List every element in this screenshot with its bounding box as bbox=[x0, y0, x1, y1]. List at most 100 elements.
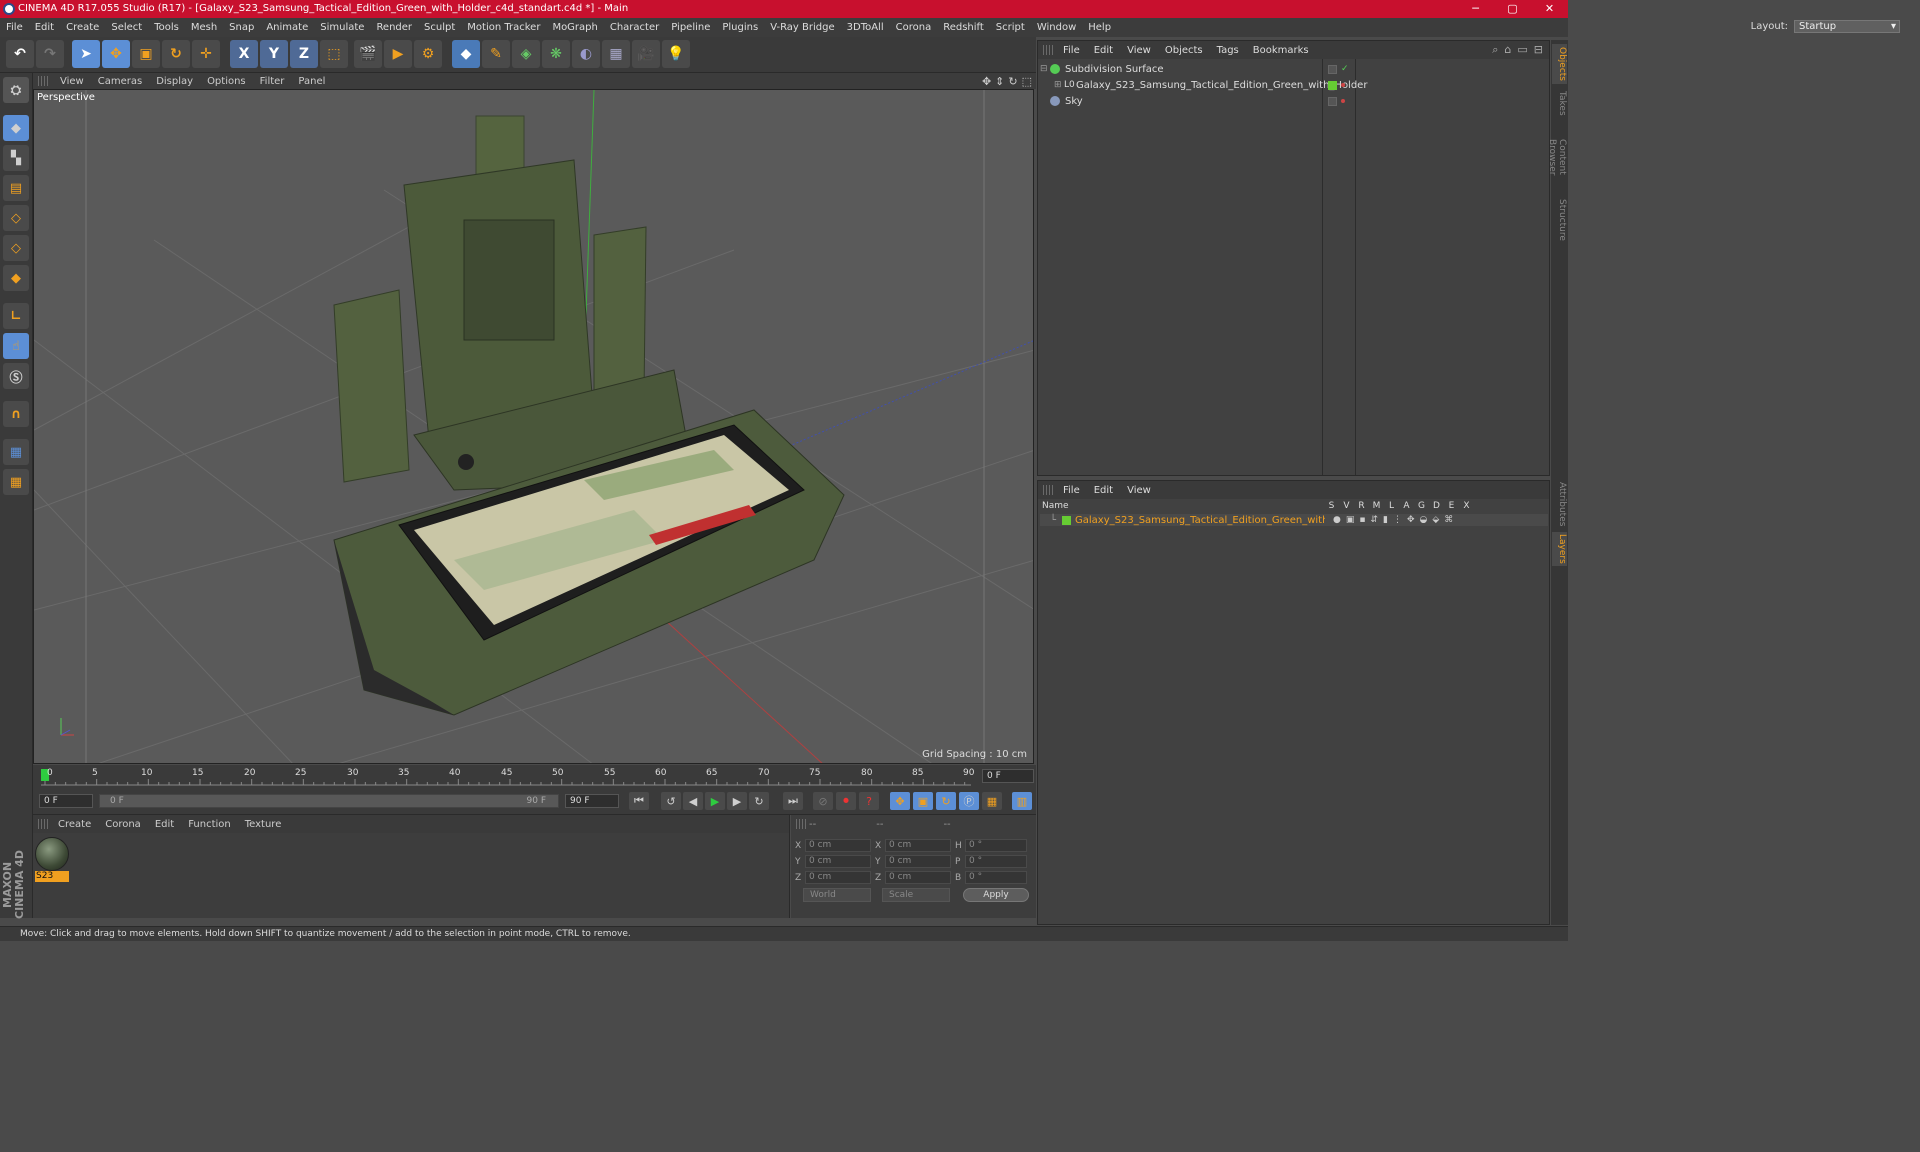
frame-ruler[interactable]: 0 5 10 15 20 25 30 35 40 45 50 55 60 65 … bbox=[41, 768, 974, 786]
size-mode-dropdown[interactable]: Scale bbox=[882, 888, 950, 902]
position-z-field[interactable]: 0 cm bbox=[805, 871, 871, 884]
visibility-dot-icon[interactable] bbox=[1341, 83, 1345, 87]
record-active-icon[interactable]: ⏺ bbox=[836, 792, 856, 810]
move-tool-icon[interactable]: ✥ bbox=[102, 40, 130, 68]
viewport-pan-icon[interactable]: ✥ bbox=[982, 75, 991, 88]
viewport-menu-view[interactable]: View bbox=[53, 76, 91, 87]
next-key-icon[interactable]: ↻ bbox=[749, 792, 769, 810]
polygons-mode-icon[interactable]: ◆ bbox=[3, 265, 29, 291]
layer-color-icon[interactable] bbox=[1328, 80, 1337, 90]
undo-icon[interactable]: ↶ bbox=[6, 40, 34, 68]
key-rotation-icon[interactable]: ↻ bbox=[936, 792, 956, 810]
close-button[interactable]: ✕ bbox=[1531, 0, 1568, 18]
axis-mode-icon[interactable]: ∟ bbox=[3, 303, 29, 329]
material-swatch[interactable]: S23 bbox=[35, 837, 69, 883]
tab-content-browser[interactable]: Content Browser bbox=[1547, 122, 1567, 192]
viewport-menu-display[interactable]: Display bbox=[149, 76, 200, 87]
layers-menu-edit[interactable]: Edit bbox=[1087, 485, 1120, 496]
panel-grip-icon[interactable] bbox=[38, 76, 48, 86]
cube-primitive-icon[interactable]: ◆ bbox=[452, 40, 480, 68]
maximize-button[interactable]: ▢ bbox=[1494, 0, 1531, 18]
layers-menu-file[interactable]: File bbox=[1056, 485, 1087, 496]
coordinate-system-icon[interactable]: ⬚ bbox=[320, 40, 348, 68]
camera-icon[interactable]: 🎥 bbox=[632, 40, 660, 68]
menu-animate[interactable]: Animate bbox=[260, 22, 314, 33]
material-menu-corona[interactable]: Corona bbox=[98, 819, 148, 830]
viewport-menu-cameras[interactable]: Cameras bbox=[91, 76, 149, 87]
record-keys-disabled-icon[interactable]: ⊘ bbox=[813, 792, 833, 810]
go-to-start-icon[interactable]: ⏮ bbox=[629, 792, 649, 810]
position-y-field[interactable]: 0 cm bbox=[805, 855, 871, 868]
subdivision-generator-icon[interactable]: ◈ bbox=[512, 40, 540, 68]
home-icon[interactable]: ⌂ bbox=[1504, 43, 1511, 57]
size-y-field[interactable]: 0 cm bbox=[885, 855, 951, 868]
menu-window[interactable]: Window bbox=[1031, 22, 1082, 33]
render-view-icon[interactable]: 🎬 bbox=[354, 40, 382, 68]
menu-corona[interactable]: Corona bbox=[890, 22, 938, 33]
select-tool-icon[interactable]: ➤ bbox=[72, 40, 100, 68]
start-frame-field[interactable]: 0 F bbox=[39, 794, 93, 808]
object-row[interactable]: ⊞ L0 Galaxy_S23_Samsung_Tactical_Edition… bbox=[1040, 77, 1546, 93]
objects-menu-objects[interactable]: Objects bbox=[1158, 45, 1210, 56]
menu-mesh[interactable]: Mesh bbox=[185, 22, 223, 33]
layer-swatch-icon[interactable] bbox=[1328, 64, 1337, 74]
menu-simulate[interactable]: Simulate bbox=[314, 22, 370, 33]
coordinate-space-dropdown[interactable]: World bbox=[803, 888, 871, 902]
end-frame-field[interactable]: 90 F bbox=[565, 794, 619, 808]
play-icon[interactable]: ▶ bbox=[705, 792, 725, 810]
tab-structure[interactable]: Structure bbox=[1552, 198, 1567, 242]
timeline-ruler[interactable]: 0 5 10 15 20 25 30 35 40 45 50 55 60 65 … bbox=[33, 765, 1036, 787]
menu-3dtoall[interactable]: 3DToAll bbox=[841, 22, 890, 33]
viewport-menu-filter[interactable]: Filter bbox=[253, 76, 292, 87]
menu-pipeline[interactable]: Pipeline bbox=[665, 22, 716, 33]
grid-snap-icon[interactable]: ▦ bbox=[3, 469, 29, 495]
menu-motion-tracker[interactable]: Motion Tracker bbox=[461, 22, 546, 33]
render-picture-viewer-icon[interactable]: ▶ bbox=[384, 40, 412, 68]
floor-scene-icon[interactable]: ▦ bbox=[602, 40, 630, 68]
menu-sculpt[interactable]: Sculpt bbox=[418, 22, 461, 33]
texture-mode-icon[interactable]: ▚ bbox=[3, 145, 29, 171]
key-pla-icon[interactable]: ▦ bbox=[982, 792, 1002, 810]
layers-menu-view[interactable]: View bbox=[1120, 485, 1158, 496]
tab-objects[interactable]: Objects bbox=[1552, 44, 1567, 84]
objects-menu-edit[interactable]: Edit bbox=[1087, 45, 1120, 56]
workplane-lock-icon[interactable]: ▦ bbox=[3, 439, 29, 465]
layout-dropdown[interactable]: Startup bbox=[1794, 20, 1900, 33]
menu-edit[interactable]: Edit bbox=[29, 22, 60, 33]
objects-menu-view[interactable]: View bbox=[1120, 45, 1158, 56]
deformer-icon[interactable]: ◐ bbox=[572, 40, 600, 68]
menu-snap[interactable]: Snap bbox=[223, 22, 260, 33]
next-frame-icon[interactable]: ▶ bbox=[727, 792, 747, 810]
scale-tool-icon[interactable]: ▣ bbox=[132, 40, 160, 68]
viewport-menu-panel[interactable]: Panel bbox=[291, 76, 332, 87]
viewport-maximize-icon[interactable]: ⬚ bbox=[1022, 75, 1032, 88]
viewport-orbit-icon[interactable]: ↻ bbox=[1008, 75, 1017, 88]
mograph-cloner-icon[interactable]: ❋ bbox=[542, 40, 570, 68]
tab-takes[interactable]: Takes bbox=[1552, 88, 1567, 118]
menu-vray-bridge[interactable]: V-Ray Bridge bbox=[764, 22, 840, 33]
menu-redshift[interactable]: Redshift bbox=[937, 22, 990, 33]
panel-grip-icon[interactable] bbox=[1043, 485, 1053, 495]
expand-icon[interactable]: ⊞ bbox=[1054, 80, 1064, 90]
go-to-end-icon[interactable]: ⏭ bbox=[783, 792, 803, 810]
objects-menu-file[interactable]: File bbox=[1056, 45, 1087, 56]
spline-pen-icon[interactable]: ✎ bbox=[482, 40, 510, 68]
redo-icon[interactable]: ↷ bbox=[36, 40, 64, 68]
menu-file[interactable]: File bbox=[0, 22, 29, 33]
rotation-p-field[interactable]: 0 ° bbox=[965, 855, 1027, 868]
expand-icon[interactable]: ⊟ bbox=[1534, 43, 1543, 57]
material-menu-edit[interactable]: Edit bbox=[148, 819, 181, 830]
object-row[interactable]: ⊟ Subdivision Surface ✓ bbox=[1040, 61, 1546, 77]
position-x-field[interactable]: 0 cm bbox=[805, 839, 871, 852]
material-menu-function[interactable]: Function bbox=[181, 819, 238, 830]
menu-character[interactable]: Character bbox=[604, 22, 665, 33]
rotation-h-field[interactable]: 0 ° bbox=[965, 839, 1027, 852]
layer-row[interactable]: └ Galaxy_S23_Samsung_Tactical_Edition_Gr… bbox=[1040, 514, 1548, 526]
menu-render[interactable]: Render bbox=[370, 22, 418, 33]
rotate-tool-icon[interactable]: ↻ bbox=[162, 40, 190, 68]
layer-toggle-icons[interactable]: ●▣▪⇵▮⋮✥◒⬙⌘ bbox=[1325, 515, 1458, 525]
menu-select[interactable]: Select bbox=[105, 22, 148, 33]
enabled-check-icon[interactable]: ✓ bbox=[1341, 64, 1349, 74]
objects-menu-bookmarks[interactable]: Bookmarks bbox=[1246, 45, 1316, 56]
perspective-viewport[interactable]: Perspective Grid Spacing : 10 cm bbox=[33, 89, 1034, 764]
